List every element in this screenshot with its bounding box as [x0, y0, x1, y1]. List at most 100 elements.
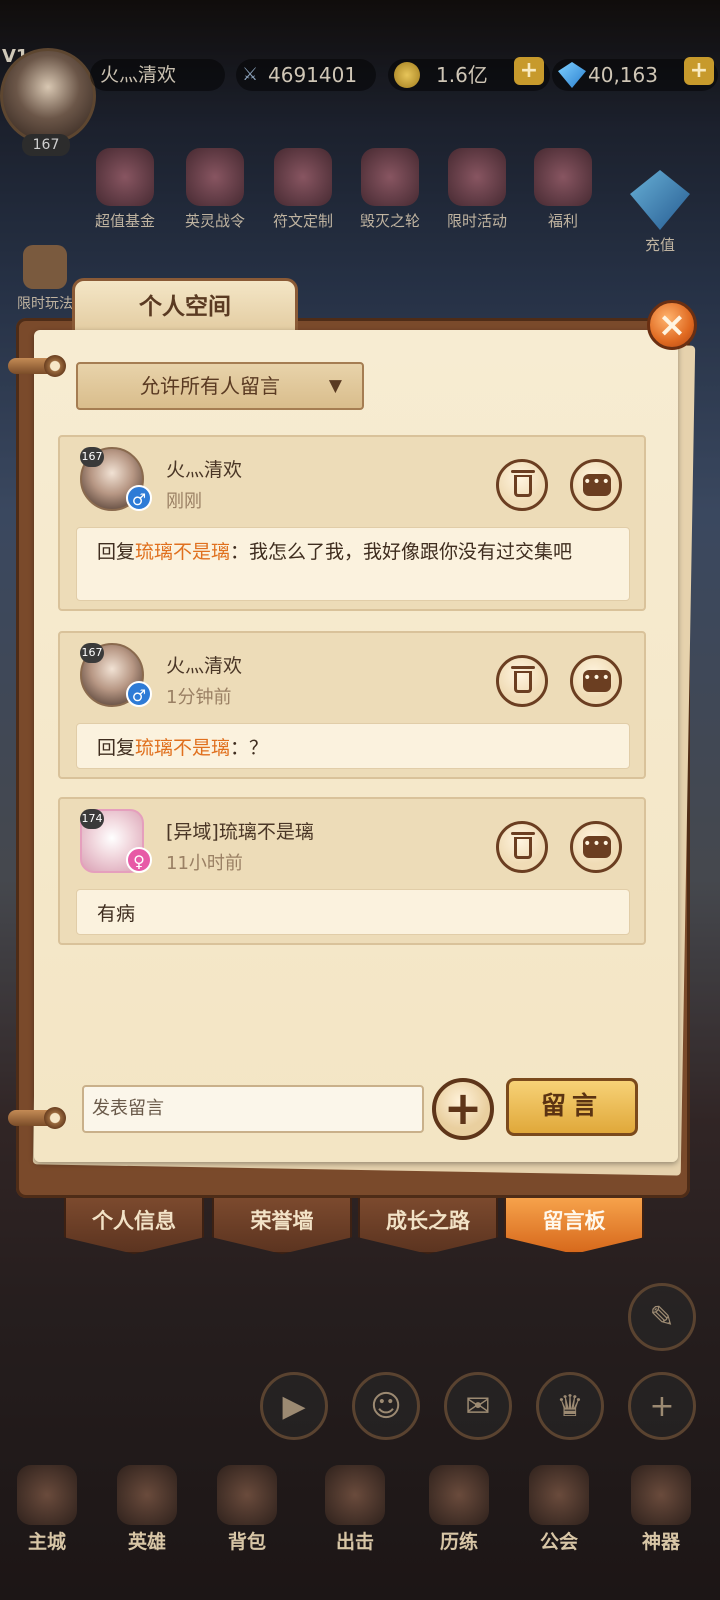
- gold-value: 1.6亿: [436, 63, 488, 87]
- author-name: 火灬清欢: [166, 655, 243, 677]
- reply-button[interactable]: •••: [570, 821, 622, 873]
- event-row: 超值基金 英灵战令 符文定制 毁灭之轮 限时活动 福利: [85, 148, 625, 238]
- avatar-level: 167: [80, 447, 104, 467]
- nav-label: 历练: [439, 1531, 478, 1553]
- message-text: 有病: [97, 903, 136, 925]
- chat-bubble-icon: •••: [583, 670, 611, 692]
- message-input[interactable]: 发表留言: [82, 1085, 424, 1133]
- reply-button[interactable]: •••: [570, 655, 622, 707]
- reply-prefix: 回复: [97, 541, 136, 563]
- event-welfare[interactable]: 福利: [523, 148, 603, 231]
- tab-honor-wall[interactable]: 荣誉墙: [212, 1198, 352, 1254]
- event-label: 毁灭之轮: [359, 212, 420, 230]
- delete-button[interactable]: [496, 821, 548, 873]
- message-permission-select[interactable]: 允许所有人留言 ▼: [76, 362, 364, 410]
- friends-icon[interactable]: ☺: [352, 1372, 420, 1440]
- close-button[interactable]: ×: [647, 300, 697, 350]
- event-label: 符文定制: [272, 212, 333, 230]
- add-gem-button[interactable]: +: [684, 57, 714, 85]
- chevron-down-icon: ▼: [328, 376, 342, 396]
- nav-heroes[interactable]: 英雄: [112, 1465, 182, 1554]
- post-message-button[interactable]: 留言: [506, 1078, 638, 1136]
- hero-icon: [117, 1465, 177, 1525]
- message-item: 174 ♀ [异域]琉璃不是璃 11小时前 ••• 有病: [58, 797, 646, 945]
- wheel-icon: [361, 148, 419, 206]
- bag-icon: [217, 1465, 277, 1525]
- message-time: 11小时前: [166, 853, 243, 874]
- trophy-icon[interactable]: ♛: [536, 1372, 604, 1440]
- video-icon[interactable]: ▶: [260, 1372, 328, 1440]
- nav-label: 主城: [27, 1531, 66, 1553]
- reply-target[interactable]: 琉璃不是璃: [135, 541, 230, 563]
- recharge-label: 充值: [644, 236, 675, 254]
- add-emoji-button[interactable]: +: [432, 1078, 494, 1140]
- delete-button[interactable]: [496, 459, 548, 511]
- gem-value: 40,163: [588, 63, 658, 87]
- coin-icon: [394, 62, 420, 88]
- avatar-level: 167: [80, 643, 104, 663]
- dialog-tabs: 个人信息 荣誉墙 成长之路 留言板: [64, 1198, 648, 1262]
- event-limited[interactable]: 限时活动: [437, 148, 517, 231]
- gift-icon: [534, 148, 592, 206]
- mail-icon[interactable]: ✉: [444, 1372, 512, 1440]
- avatar-level: 174: [80, 809, 104, 829]
- tab-message-board[interactable]: 留言板: [504, 1198, 644, 1254]
- nav-guild[interactable]: 公会: [524, 1465, 594, 1554]
- add-gold-button[interactable]: +: [514, 57, 544, 85]
- event-rune[interactable]: 符文定制: [263, 148, 343, 231]
- event-label: 英灵战令: [184, 212, 245, 230]
- event-wheel[interactable]: 毁灭之轮: [350, 148, 430, 231]
- hourglass-icon: [23, 245, 67, 289]
- event-label: 福利: [547, 212, 578, 230]
- edit-icon[interactable]: ✎: [628, 1283, 696, 1351]
- tab-personal-info[interactable]: 个人信息: [64, 1198, 204, 1254]
- fund-icon: [96, 148, 154, 206]
- nav-battle[interactable]: 出击: [320, 1465, 390, 1554]
- nav-city[interactable]: 主城: [12, 1465, 82, 1554]
- nav-trials[interactable]: 历练: [424, 1465, 494, 1554]
- message-item: 167 ♂ 火灬清欢 刚刚 ••• 回复琉璃不是璃：我怎么了我，我好像跟你没有过…: [58, 435, 646, 611]
- female-icon: ♀: [126, 847, 152, 873]
- event-pass[interactable]: 英灵战令: [175, 148, 255, 231]
- author-name: 火灬清欢: [166, 459, 243, 481]
- message-item: 167 ♂ 火灬清欢 1分钟前 ••• 回复琉璃不是璃：？: [58, 631, 646, 779]
- castle-icon: [17, 1465, 77, 1525]
- power-display: ⚔ 4691401: [236, 59, 376, 91]
- event-fund[interactable]: 超值基金: [85, 148, 165, 231]
- player-name: 火灬清欢: [90, 59, 225, 91]
- player-level: 167: [22, 134, 70, 156]
- message-time: 1分钟前: [166, 687, 232, 708]
- bottom-nav: 主城 英雄 背包 出击 历练 公会 神器: [0, 1455, 720, 1600]
- nav-label: 背包: [227, 1531, 266, 1553]
- resource-bar: 火灬清欢 ⚔ 4691401 1.6亿 + 40,163 +: [0, 55, 720, 95]
- nav-label: 出击: [335, 1531, 374, 1553]
- reply-target[interactable]: 琉璃不是璃: [135, 737, 230, 759]
- paper-pin-top: [8, 355, 66, 377]
- armor-icon: [429, 1465, 489, 1525]
- reply-prefix: 回复: [97, 737, 136, 759]
- chat-bubble-icon: •••: [583, 474, 611, 496]
- limited-play-button[interactable]: 限时玩法: [10, 245, 80, 313]
- delete-button[interactable]: [496, 655, 548, 707]
- diamond-icon: [630, 170, 690, 230]
- sword-icon: [325, 1465, 385, 1525]
- permission-value: 允许所有人留言: [140, 374, 280, 398]
- reply-button[interactable]: •••: [570, 459, 622, 511]
- recharge-button[interactable]: 充值: [620, 150, 700, 255]
- chat-bubble-icon: •••: [583, 836, 611, 858]
- gem-icon: [558, 62, 586, 88]
- nav-label: 公会: [539, 1531, 578, 1553]
- trash-icon: [511, 832, 535, 859]
- more-icon[interactable]: +: [628, 1372, 696, 1440]
- trash-icon: [511, 666, 535, 693]
- tab-growth-path[interactable]: 成长之路: [358, 1198, 498, 1254]
- male-icon: ♂: [126, 681, 152, 707]
- shield-icon: [529, 1465, 589, 1525]
- wings-icon: [186, 148, 244, 206]
- limited-play-label: 限时玩法: [17, 296, 73, 312]
- power-value: 4691401: [268, 63, 358, 87]
- message-text: ：？: [230, 737, 269, 759]
- nav-artifact[interactable]: 神器: [626, 1465, 696, 1554]
- nav-bag[interactable]: 背包: [212, 1465, 282, 1554]
- message-body: 有病: [76, 889, 630, 935]
